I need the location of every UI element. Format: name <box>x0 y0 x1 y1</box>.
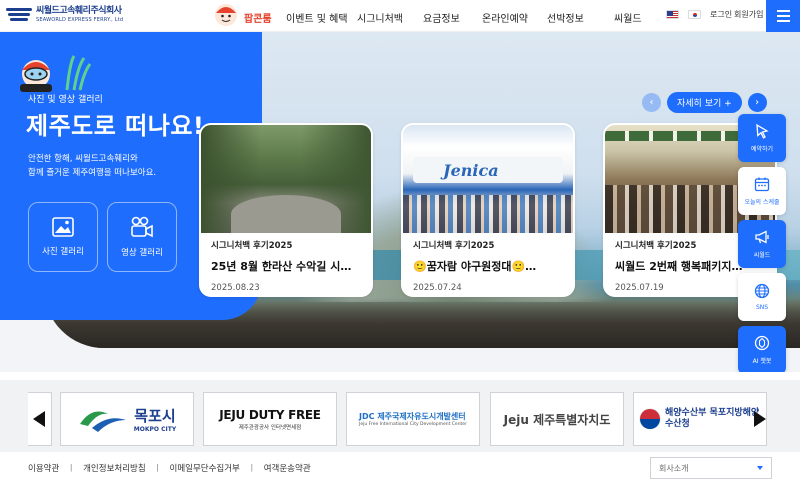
partner-logo-jeju-province[interactable]: Jeju 제주특별자치도 <box>490 392 624 446</box>
hero-subtitle: 사진 및 영상 갤러리 <box>28 95 103 105</box>
ferry-logo-icon <box>6 6 32 24</box>
hamburger-menu-button[interactable] <box>766 0 800 32</box>
site-header: 씨월드고속훼리주식회사 SEAWORLD EXPRESS FERRY., Ltd… <box>0 0 800 32</box>
logo-korean-name: 씨월드고속훼리주식회사 <box>36 6 122 16</box>
hero-title: 제주도로 떠나요! <box>26 112 205 140</box>
partner-logo-jdc[interactable]: JDC 제주국제자유도시개발센터 Jeju Free International… <box>346 392 480 446</box>
review-card[interactable]: Jenica 시그니처백 후기2025 🙂꿈자람 야구원정대🙂… 2025.07… <box>401 123 575 297</box>
hamburger-icon <box>776 10 790 12</box>
nav-ship-info[interactable]: 선박정보 <box>547 10 584 25</box>
terms-link[interactable]: 이용약관 <box>28 462 59 474</box>
diver-mascot-icon <box>20 55 92 92</box>
card-date: 2025.07.24 <box>413 283 462 293</box>
partner-banner-strip: 목포시 MOKPO CITY JEJU DUTY FREE 제주관광공사 인터넷… <box>0 380 800 452</box>
cursor-click-icon <box>756 123 769 139</box>
hero-section: 사진 및 영상 갤러리 제주도로 떠나요! 안전한 항해, 씨월드고속훼리와 함… <box>0 32 800 372</box>
quick-seaworld-button[interactable]: 씨월드 <box>738 220 786 268</box>
review-card[interactable]: 시그니처백 후기2025 25년 8월 한라산 수악길 시그니… 2025.08… <box>199 123 373 297</box>
quick-schedule-button[interactable]: 오늘의 스케줄 <box>738 167 786 215</box>
dropdown-caret-icon <box>757 466 763 470</box>
nav-online-booking[interactable]: 온라인예약 <box>482 10 528 25</box>
quick-sns-button[interactable]: SNS <box>738 273 786 321</box>
logo-english-name: SEAWORLD EXPRESS FERRY., Ltd <box>36 17 124 23</box>
quick-ai-chatbot-button[interactable]: AI 챗봇 <box>738 326 786 372</box>
company-select[interactable]: 회사소개 <box>650 457 772 479</box>
kr-flag-icon[interactable] <box>688 10 701 19</box>
carousel-controls: ‹ 자세히 보기 + › <box>642 92 767 113</box>
nav-signature[interactable]: 시그니처백 <box>357 10 403 25</box>
card-title: 25년 8월 한라산 수악길 시그니… <box>211 260 361 273</box>
globe-icon <box>754 283 770 299</box>
partner-prev-arrow-icon[interactable] <box>33 411 45 427</box>
transport-terms-link[interactable]: 여객운송약관 <box>264 462 311 474</box>
signup-link[interactable]: 회원가입 <box>734 9 763 20</box>
privacy-link[interactable]: 개인정보처리방침 <box>83 462 146 474</box>
carousel-next-button[interactable]: › <box>747 93 767 112</box>
partner-logo-jeju-dutyfree[interactable]: JEJU DUTY FREE 제주관광공사 인터넷면세점 <box>203 392 337 446</box>
card-title: 🙂꿈자람 야구원정대🙂… <box>413 260 537 273</box>
calendar-icon <box>754 177 770 192</box>
partner-logo-mokpo[interactable]: 목포시 MOKPO CITY <box>60 392 194 446</box>
card-image-group-photo: Jenica <box>403 125 573 233</box>
card-image-forest <box>201 125 371 233</box>
quick-reservation-button[interactable]: 예약하기 <box>738 114 786 162</box>
card-category: 시그니처백 후기2025 <box>211 241 293 251</box>
footer-links: 이용약관 ㅣ 개인정보처리방침 ㅣ 이메일무단수집거부 ㅣ 여객운송약관 <box>28 462 311 474</box>
video-gallery-button[interactable]: 영상 갤러리 <box>107 202 177 272</box>
megaphone-icon <box>755 230 769 244</box>
login-link[interactable]: 로그인 <box>710 9 732 20</box>
partner-next-arrow-icon[interactable] <box>754 411 766 427</box>
mokpo-emblem-icon <box>79 411 126 432</box>
nav-seaworld[interactable]: 씨월드 <box>614 10 642 25</box>
nav-fares[interactable]: 요금정보 <box>423 10 460 25</box>
taegeuk-emblem-icon <box>639 408 661 430</box>
card-date: 2025.08.23 <box>211 283 260 293</box>
nav-events[interactable]: 이벤트 및 혜택 <box>286 10 348 25</box>
email-refusal-link[interactable]: 이메일무단수집거부 <box>170 462 240 474</box>
card-category: 시그니처백 후기2025 <box>413 241 495 251</box>
mascot-icon <box>215 4 237 26</box>
ai-chatbot-icon <box>754 335 770 351</box>
video-camera-icon <box>131 216 153 238</box>
company-logo[interactable]: 씨월드고속훼리주식회사 SEAWORLD EXPRESS FERRY., Ltd <box>6 6 123 24</box>
nav-popcorn-room[interactable]: 팝콘룸 <box>244 10 272 25</box>
image-icon <box>52 217 74 237</box>
us-flag-icon[interactable] <box>666 10 679 19</box>
carousel-prev-button[interactable]: ‹ <box>642 93 661 112</box>
photo-gallery-button[interactable]: 사진 갤러리 <box>28 202 98 272</box>
partner-logo-mof-mokpo[interactable]: 해양수산부 목포지방해양수산청 <box>633 392 767 446</box>
view-more-button[interactable]: 자세히 보기 + <box>667 92 742 113</box>
